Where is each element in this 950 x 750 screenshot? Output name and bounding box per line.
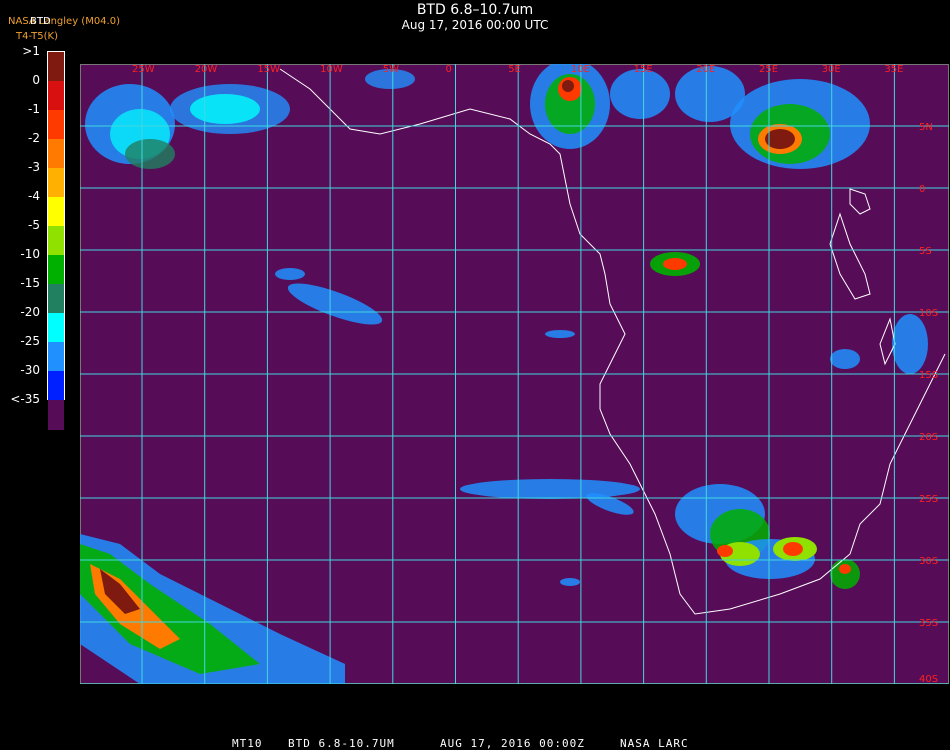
- legend-label: -5: [28, 218, 40, 232]
- legend-label: -15: [20, 276, 40, 290]
- legend-swatch: [48, 52, 64, 81]
- legend-label: <-35: [10, 392, 40, 406]
- legend-label: -20: [20, 305, 40, 319]
- longitude-label: 30E: [822, 64, 841, 75]
- longitude-label: 20W: [195, 64, 218, 75]
- color-legend: [47, 51, 65, 430]
- footer-satellite: MT10: [232, 737, 263, 750]
- latitude-label: 20S: [919, 432, 938, 443]
- lake-outline: [849, 188, 871, 215]
- cloud-region: [460, 479, 640, 499]
- legend-swatch: [48, 371, 64, 400]
- footer-product: BTD 6.8-10.7UM: [288, 737, 395, 750]
- legend-label: 0: [32, 73, 40, 87]
- cloud-region: [663, 258, 687, 270]
- cloud-region: [275, 268, 305, 280]
- longitude-label: 5E: [508, 64, 521, 75]
- latitude-label: 5S: [919, 246, 932, 257]
- legend-swatch: [48, 168, 64, 197]
- footer-source: NASA LARC: [620, 737, 689, 750]
- longitude-label: 25W: [132, 64, 155, 75]
- longitude-label: 35E: [884, 64, 903, 75]
- cloud-region: [839, 564, 851, 574]
- legend-label: -1: [28, 102, 40, 116]
- cloud-region: [125, 139, 175, 169]
- map-timestamp: Aug 17, 2016 00:00 UTC: [401, 18, 549, 32]
- cloud-region: [562, 80, 574, 92]
- units-label: T4-T5(K): [16, 31, 58, 42]
- lake-outline: [829, 212, 871, 300]
- cloud-region: [610, 69, 670, 119]
- cloud-region: [830, 349, 860, 369]
- longitude-label: 20E: [696, 64, 715, 75]
- cloud-region: [783, 542, 803, 556]
- legend-label: >1: [22, 44, 40, 58]
- cloud-region: [892, 314, 928, 374]
- longitude-label: 10W: [320, 64, 343, 75]
- cloud-region: [287, 283, 383, 325]
- longitude-label: 25E: [759, 64, 778, 75]
- latitude-label: 0: [919, 184, 925, 195]
- longitude-label: 10E: [571, 64, 590, 75]
- legend-label: -30: [20, 363, 40, 377]
- legend-swatch: [48, 313, 64, 342]
- map-title: BTD 6.8–10.7um: [416, 2, 534, 18]
- legend-label: -2: [28, 131, 40, 145]
- latitude-label: 5N: [919, 122, 933, 133]
- legend-swatch: [48, 197, 64, 226]
- legend-label: -25: [20, 334, 40, 348]
- legend-swatch: [48, 400, 64, 430]
- latitude-label: 10S: [919, 308, 938, 319]
- latitude-label: 30S: [919, 556, 938, 567]
- legend-swatch: [48, 81, 64, 110]
- legend-swatch: [48, 139, 64, 168]
- product-label: BTD: [30, 16, 51, 27]
- legend-swatch: [48, 284, 64, 313]
- footer-datetime: AUG 17, 2016 00:00Z: [440, 737, 585, 750]
- cloud-region: [717, 545, 733, 557]
- latitude-label: 35S: [919, 618, 938, 629]
- latitude-label: 15S: [919, 370, 938, 381]
- longitude-label: 15E: [634, 64, 653, 75]
- credit-line: NASA Langley (M04.0): [8, 16, 120, 27]
- cloud-region: [190, 94, 260, 124]
- latitude-label: 25S: [919, 494, 938, 505]
- cloud-region: [545, 330, 575, 338]
- cloud-region: [560, 578, 580, 586]
- map-overlay: 25W 20W 15W 10W 5W 0 5E 10E 15E 20E 25E 30E 35E 5N 0 5S…: [80, 64, 949, 684]
- legend-swatch: [48, 255, 64, 284]
- longitude-label: 0: [446, 64, 452, 75]
- legend-swatch: [48, 342, 64, 371]
- legend-swatch: [48, 110, 64, 139]
- legend-label: -3: [28, 160, 40, 174]
- latitude-label: 40S: [919, 674, 938, 684]
- longitude-label: 5W: [383, 64, 399, 75]
- legend-swatch: [48, 226, 64, 255]
- legend-label: -10: [20, 247, 40, 261]
- longitude-label: 15W: [257, 64, 280, 75]
- legend-label: -4: [28, 189, 40, 203]
